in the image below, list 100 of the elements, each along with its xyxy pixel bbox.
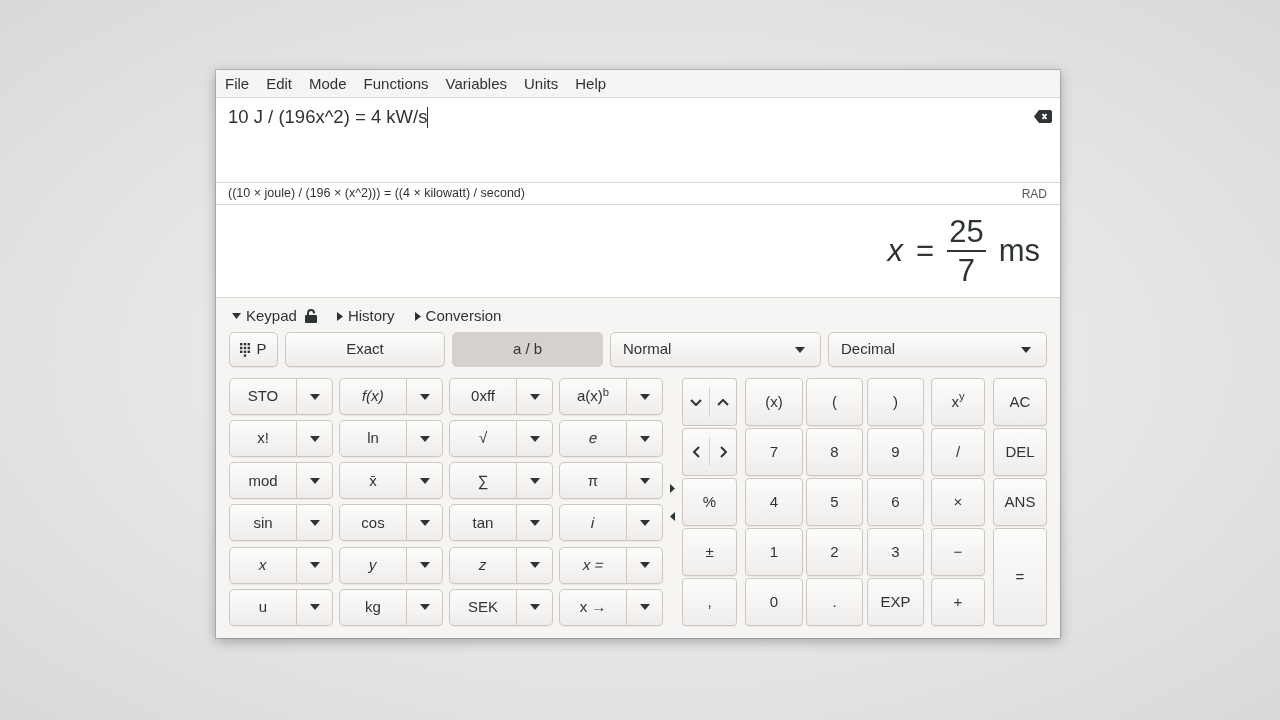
keypad-key[interactable]: 9 (867, 428, 924, 476)
keypad-key[interactable]: % (682, 478, 737, 526)
function-key[interactable]: i (559, 504, 627, 542)
section-expander[interactable]: History (336, 304, 395, 328)
function-key[interactable]: kg (339, 588, 407, 626)
mode-toggle[interactable]: Exact (285, 332, 445, 367)
menu-arrow-button[interactable] (627, 378, 663, 415)
function-key[interactable]: u (229, 588, 297, 626)
keypad-key[interactable]: 4 (745, 478, 803, 526)
keypad-key[interactable]: DEL (993, 428, 1047, 476)
menu-arrow-button[interactable] (517, 462, 553, 500)
function-key[interactable]: f(x) (339, 378, 407, 415)
keypad-key[interactable]: x$^{y}$ (931, 378, 985, 426)
function-key[interactable]: sin (229, 504, 297, 542)
keypad-key[interactable]: 0 (745, 578, 803, 626)
function-key[interactable]: SEK (449, 588, 517, 626)
menu-arrow-button[interactable] (517, 378, 553, 415)
padlock-icon[interactable] (304, 309, 317, 323)
menu-arrow-button[interactable] (517, 504, 553, 542)
function-key[interactable]: x → (559, 588, 627, 626)
keypad-key[interactable]: × (931, 478, 985, 526)
menu-arrow-button[interactable] (517, 588, 553, 626)
keypad-key[interactable]: 6 (867, 478, 924, 526)
caret-down-icon (419, 477, 430, 484)
keypad-key[interactable]: = (993, 528, 1047, 626)
keypad-key[interactable]: (x) (745, 378, 803, 426)
menu-arrow-button[interactable] (407, 546, 443, 584)
menu-arrow-button[interactable] (407, 588, 443, 626)
keypad-key[interactable]: 5 (806, 478, 863, 526)
keypad-toggle-button[interactable]: P (229, 332, 278, 367)
keypad-key[interactable]: + (931, 578, 985, 626)
keypad-key[interactable]: 1 (745, 528, 803, 576)
keypad-key[interactable]: 8 (806, 428, 863, 476)
function-key[interactable]: z (449, 546, 517, 584)
menu-arrow-button[interactable] (297, 504, 333, 542)
menu-item[interactable]: Variables (439, 73, 514, 94)
function-key[interactable]: y (339, 546, 407, 584)
function-key[interactable]: √ (449, 420, 517, 458)
function-key[interactable]: x = (559, 546, 627, 584)
function-key[interactable]: a(x)$^{b}$ (559, 378, 627, 415)
dropdown[interactable]: Decimal (828, 332, 1047, 367)
menu-arrow-button[interactable] (517, 546, 553, 584)
keypad-key[interactable]: EXP (867, 578, 924, 626)
function-key[interactable]: e (559, 420, 627, 458)
menu-item[interactable]: Edit (260, 73, 299, 94)
menu-arrow-button[interactable] (627, 588, 663, 626)
mode-toggle[interactable]: a / b (452, 332, 603, 367)
menu-item[interactable]: Functions (357, 73, 435, 94)
section-expander[interactable]: Conversion (414, 304, 502, 328)
function-key[interactable]: x̄ (339, 462, 407, 500)
right-button[interactable] (710, 428, 737, 476)
function-key[interactable]: x (229, 546, 297, 584)
triangle-right-icon[interactable] (670, 483, 675, 493)
menu-arrow-button[interactable] (297, 462, 333, 500)
menu-arrow-button[interactable] (407, 378, 443, 415)
dropdown[interactable]: Normal (610, 332, 821, 367)
keypad-key[interactable]: ) (867, 378, 924, 426)
function-key[interactable]: tan (449, 504, 517, 542)
triangle-left-icon[interactable] (670, 511, 675, 521)
keypad-key[interactable]: − (931, 528, 985, 576)
left-button[interactable] (682, 428, 709, 476)
menu-arrow-button[interactable] (407, 462, 443, 500)
menu-item[interactable]: Mode (303, 73, 353, 94)
menu-arrow-button[interactable] (407, 504, 443, 542)
caret-down-icon (639, 520, 650, 526)
menu-arrow-button[interactable] (627, 420, 663, 458)
keypad-key[interactable]: ± (682, 528, 737, 576)
menu-arrow-button[interactable] (627, 462, 663, 500)
menu-arrow-button[interactable] (407, 420, 443, 458)
keypad-key[interactable]: , (682, 578, 737, 626)
menu-arrow-button[interactable] (297, 546, 333, 584)
function-key[interactable]: x! (229, 420, 297, 458)
down-button[interactable] (682, 378, 709, 426)
backspace-icon[interactable] (1034, 110, 1052, 123)
function-key[interactable]: π (559, 462, 627, 500)
menu-arrow-button[interactable] (517, 420, 553, 458)
menu-item[interactable]: File (219, 73, 256, 94)
keypad-key[interactable]: 2 (806, 528, 863, 576)
menu-arrow-button[interactable] (297, 420, 333, 458)
function-key[interactable]: STO (229, 378, 297, 415)
function-key[interactable]: mod (229, 462, 297, 500)
keypad-key[interactable]: AC (993, 378, 1047, 426)
menu-arrow-button[interactable] (297, 588, 333, 626)
up-button[interactable] (710, 378, 737, 426)
function-key[interactable]: ∑ (449, 462, 517, 500)
menu-arrow-button[interactable] (627, 546, 663, 584)
menu-arrow-button[interactable] (297, 378, 333, 415)
function-key[interactable]: 0xff (449, 378, 517, 415)
section-expander[interactable]: Keypad (232, 304, 297, 328)
menu-arrow-button[interactable] (627, 504, 663, 542)
keypad-key[interactable]: 3 (867, 528, 924, 576)
function-key[interactable]: ln (339, 420, 407, 458)
menu-item[interactable]: Help (569, 73, 613, 94)
menu-item[interactable]: Units (518, 73, 565, 94)
keypad-key[interactable]: ANS (993, 478, 1047, 526)
keypad-key[interactable]: / (931, 428, 985, 476)
keypad-key[interactable]: 7 (745, 428, 803, 476)
keypad-key[interactable]: . (806, 578, 863, 626)
function-key[interactable]: cos (339, 504, 407, 542)
keypad-key[interactable]: ( (806, 378, 863, 426)
